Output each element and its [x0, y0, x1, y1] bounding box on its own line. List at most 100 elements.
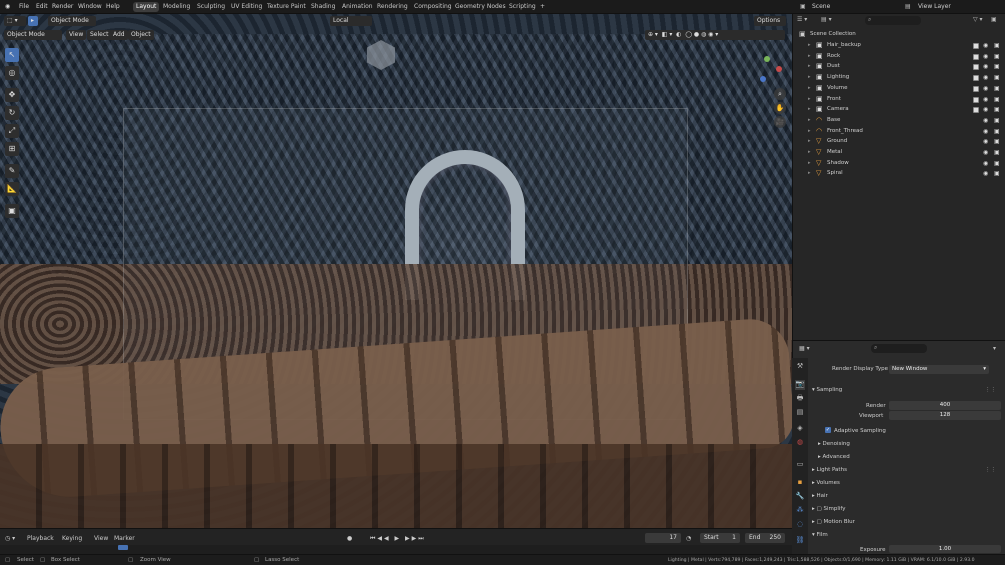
visibility-eye-icon[interactable]: ◉ — [983, 138, 988, 145]
menu-timeline-view[interactable]: View — [94, 535, 108, 542]
orientation-selector[interactable]: Local — [330, 16, 372, 26]
render-camera-icon[interactable]: ▣ — [994, 160, 1000, 167]
3d-viewport[interactable] — [0, 14, 792, 528]
collection-tab-icon[interactable]: ▭ — [795, 460, 805, 470]
tab-layout[interactable]: Layout — [133, 2, 160, 12]
object-mode-dropdown[interactable]: Object Mode — [4, 30, 62, 40]
properties-editor-icon[interactable]: ▦ ▾ — [799, 345, 810, 352]
transform-tool-icon[interactable]: ⊞ — [5, 142, 19, 156]
outliner-row-front-thread[interactable]: ▸ ◠ Front_Thread ◉ ▣ — [793, 127, 1005, 137]
light-paths-menu-icon[interactable]: ⋮⋮ — [985, 467, 996, 473]
sampling-panel-header[interactable]: ▾ Sampling — [812, 387, 842, 393]
move-tool-icon[interactable]: ✥ — [5, 88, 19, 102]
render-camera-icon[interactable]: ▣ — [994, 106, 1000, 113]
scene-tab-icon[interactable]: ◈ — [795, 424, 805, 434]
menu-select[interactable]: Select — [87, 30, 112, 40]
render-camera-icon[interactable]: ▣ — [994, 170, 1000, 177]
exclude-checkbox[interactable] — [973, 85, 979, 92]
tool-tab-icon[interactable]: ⚒ — [795, 362, 805, 372]
expand-arrow-icon[interactable]: ▸ — [808, 138, 811, 144]
denoising-subpanel[interactable]: ▸ Denoising — [818, 441, 850, 447]
tab-scripting[interactable]: Scripting — [506, 2, 539, 12]
menu-marker[interactable]: Marker — [114, 535, 135, 542]
visibility-eye-icon[interactable]: ◉ — [983, 42, 988, 49]
annotate-tool-icon[interactable]: ✎ — [5, 164, 19, 178]
particles-tab-icon[interactable]: ⁂ — [795, 506, 805, 516]
exclude-checkbox[interactable] — [973, 107, 979, 114]
outliner-row-dust[interactable]: ▸ ▣ Dust ◉ ▣ — [793, 62, 1005, 72]
render-display-type-select[interactable]: New Window ▾ — [889, 365, 989, 374]
start-frame-field[interactable]: Start 1 — [700, 533, 740, 543]
visibility-eye-icon[interactable]: ◉ — [983, 96, 988, 103]
new-collection-icon[interactable]: ▣ — [991, 16, 997, 23]
y-axis-icon[interactable] — [764, 56, 770, 62]
physics-tab-icon[interactable]: ◌ — [795, 520, 805, 530]
menu-keying[interactable]: Keying — [62, 535, 82, 542]
z-axis-icon[interactable] — [760, 76, 766, 82]
outliner-row-spiral[interactable]: ▸ ▽ Spiral ◉ ▣ — [793, 169, 1005, 179]
render-camera-icon[interactable]: ▣ — [994, 53, 1000, 60]
simplify-panel[interactable]: ▸ ▢ Simplify — [812, 506, 846, 512]
expand-arrow-icon[interactable]: ▸ — [808, 74, 811, 80]
expand-arrow-icon[interactable]: ▸ — [808, 85, 811, 91]
timeline-scrubber[interactable] — [0, 545, 792, 554]
expand-arrow-icon[interactable]: ▸ — [808, 53, 811, 59]
render-camera-icon[interactable]: ▣ — [994, 63, 1000, 70]
filter-icon[interactable]: ▽ ▾ — [973, 16, 983, 23]
outliner-row-rock[interactable]: ▸ ▣ Rock ◉ ▣ — [793, 52, 1005, 62]
render-camera-icon[interactable]: ▣ — [994, 149, 1000, 156]
expand-arrow-icon[interactable]: ▸ — [808, 149, 811, 155]
outliner-row-lighting[interactable]: ▸ ▣ Lighting ◉ ▣ — [793, 73, 1005, 83]
add-workspace-button[interactable]: + — [537, 2, 548, 12]
visibility-eye-icon[interactable]: ◉ — [983, 117, 988, 124]
adaptive-sampling-checkbox[interactable]: ✓ — [825, 427, 831, 433]
menu-window[interactable]: Window — [78, 3, 102, 10]
tab-animation[interactable]: Animation — [339, 2, 376, 12]
render-camera-icon[interactable]: ▣ — [994, 117, 1000, 124]
menu-object[interactable]: Object — [128, 30, 154, 40]
output-tab-icon[interactable]: 🖶 — [795, 394, 805, 404]
visibility-eye-icon[interactable]: ◉ — [983, 85, 988, 92]
exclude-checkbox[interactable] — [973, 53, 979, 60]
menu-add[interactable]: Add — [110, 30, 128, 40]
visibility-eye-icon[interactable]: ◉ — [983, 170, 988, 177]
render-camera-icon[interactable]: ▣ — [994, 42, 1000, 49]
hair-panel[interactable]: ▸ Hair — [812, 493, 828, 499]
view-layer-selector[interactable]: View Layer — [918, 3, 951, 10]
properties-options-icon[interactable]: ▾ — [993, 345, 996, 352]
add-cube-tool-icon[interactable]: ▣ — [5, 204, 19, 218]
playback-controls[interactable]: ⏮◀◀ ▶ ▶▶⏭ — [370, 535, 426, 543]
menu-file[interactable]: File — [19, 3, 29, 10]
expand-arrow-icon[interactable]: ▸ — [808, 63, 811, 69]
outliner-row-metal[interactable]: ▸ ▽ Metal ◉ ▣ — [793, 148, 1005, 158]
tab-geometry-nodes[interactable]: Geometry Nodes — [452, 2, 509, 12]
select-mode-icon[interactable]: ▸ — [28, 16, 38, 26]
film-panel[interactable]: ▾ Film — [812, 532, 828, 538]
viewport-samples-field[interactable]: 128 — [889, 411, 1001, 420]
pan-view-icon[interactable]: ✋ — [774, 102, 786, 114]
outliner-row-shadow[interactable]: ▸ ▽ Shadow ◉ ▣ — [793, 159, 1005, 169]
expand-arrow-icon[interactable]: ▸ — [808, 117, 811, 123]
select-tool-icon[interactable]: ↖ — [5, 48, 19, 62]
expand-arrow-icon[interactable]: ▸ — [808, 106, 811, 112]
mode-selector[interactable]: Object Mode — [48, 16, 96, 26]
visibility-eye-icon[interactable]: ◉ — [983, 128, 988, 135]
expand-arrow-icon[interactable]: ▸ — [808, 170, 811, 176]
exclude-checkbox[interactable] — [973, 43, 979, 49]
expand-arrow-icon[interactable]: ▸ — [808, 96, 811, 102]
tab-texture-paint[interactable]: Texture Paint — [264, 2, 309, 12]
tab-modeling[interactable]: Modeling — [160, 2, 193, 12]
navigation-gizmo[interactable] — [748, 56, 784, 86]
x-axis-icon[interactable] — [776, 66, 782, 72]
menu-render[interactable]: Render — [52, 3, 73, 10]
current-frame-field[interactable]: 17 — [645, 533, 681, 543]
render-samples-field[interactable]: 400 — [889, 401, 1001, 410]
object-tab-icon[interactable]: ▪ — [795, 478, 805, 488]
advanced-subpanel[interactable]: ▸ Advanced — [818, 454, 850, 460]
scale-tool-icon[interactable]: ⤢ — [5, 124, 19, 138]
menu-view[interactable]: View — [66, 30, 87, 40]
constraints-tab-icon[interactable]: ⛓ — [795, 536, 805, 546]
visibility-eye-icon[interactable]: ◉ — [983, 53, 988, 60]
outliner-row-base[interactable]: ▸ ◠ Base ◉ ▣ — [793, 116, 1005, 126]
outliner-row-front[interactable]: ▸ ▣ Front ◉ ▣ — [793, 95, 1005, 105]
